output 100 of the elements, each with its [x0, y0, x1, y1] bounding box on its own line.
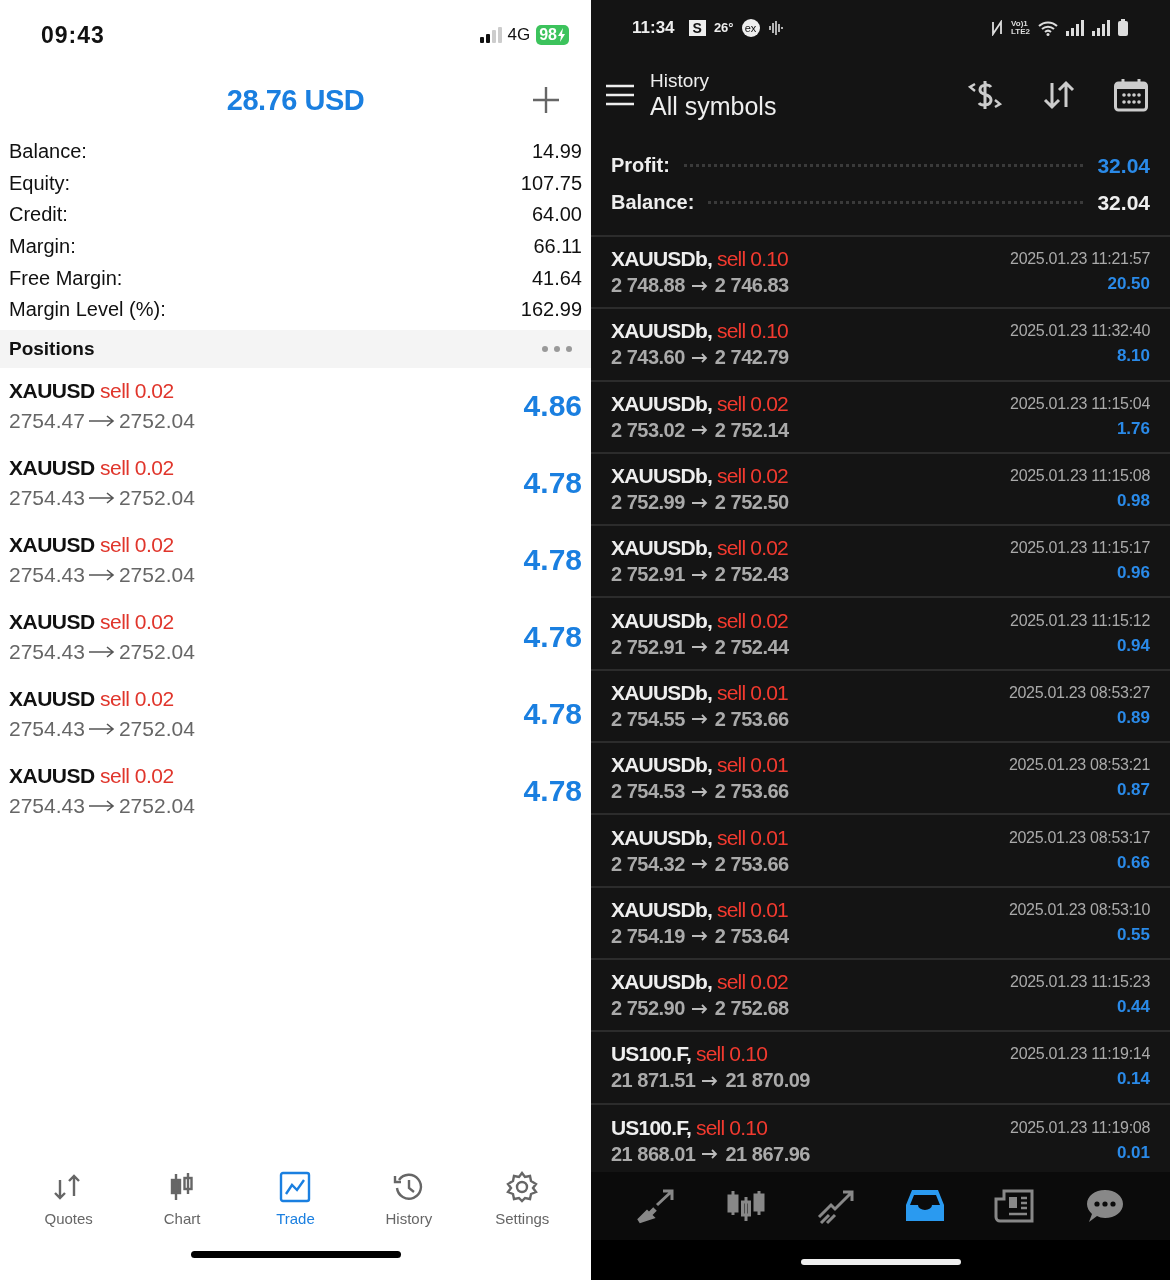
- close-price: 2 746.83: [714, 274, 789, 298]
- deal-title: US100.F, sell 0.10: [611, 1115, 769, 1140]
- close-price: 2 753.64: [714, 924, 789, 948]
- temperature: 26°: [713, 20, 734, 35]
- position-title: XAUUSD sell 0.02: [9, 610, 175, 635]
- current-price: 2752.04: [118, 794, 195, 819]
- nfc-icon: [991, 19, 1004, 36]
- open-price: 2 752.91: [611, 635, 685, 659]
- position-profit: 4.86: [523, 389, 582, 424]
- deal-title: XAUUSDb, sell 0.10: [611, 247, 789, 272]
- arrow-icon: [88, 569, 115, 582]
- arrow-icon: [691, 425, 708, 436]
- tab[interactable]: [634, 1187, 677, 1225]
- close-price: 2 752.44: [714, 635, 789, 659]
- deal-profit: 0.98: [1116, 491, 1150, 512]
- position-profit: 4.78: [523, 543, 582, 578]
- deal-title: XAUUSDb, sell 0.02: [611, 970, 789, 995]
- arrow-icon: [691, 569, 708, 580]
- current-price: 2752.04: [118, 486, 195, 511]
- currency-exchange-icon[interactable]: [966, 78, 1004, 112]
- deal-profit: 0.96: [1116, 563, 1150, 584]
- open-price: 2754.43: [9, 717, 85, 742]
- current-price: 2752.04: [118, 409, 195, 434]
- deal-title: XAUUSDb, sell 0.01: [611, 897, 789, 922]
- arrow-icon: [691, 931, 708, 942]
- open-price: 2 754.53: [611, 780, 685, 804]
- app-badge: ex: [741, 18, 760, 37]
- summary-label: Margin Level (%):: [9, 298, 166, 322]
- deal-time: 2025.01.23 08:53:10: [1008, 900, 1150, 919]
- signal-icon: [1066, 19, 1084, 36]
- open-price: 2 752.99: [611, 491, 685, 515]
- open-price: 2 754.55: [611, 707, 685, 731]
- open-price: 2 748.88: [611, 274, 685, 298]
- total-value: 32.04: [1097, 190, 1150, 215]
- open-price: 21 868.01: [611, 1142, 696, 1166]
- tab[interactable]: History: [358, 1160, 459, 1245]
- total-label: Balance:: [611, 191, 695, 214]
- deal-time: 2025.01.23 11:21:57: [1010, 250, 1150, 269]
- summary-value: 107.75: [520, 171, 582, 195]
- tab[interactable]: Quotes: [18, 1160, 119, 1245]
- calendar-icon[interactable]: [1114, 78, 1148, 112]
- tab[interactable]: Chart: [132, 1160, 233, 1245]
- close-price: 2 752.50: [714, 491, 789, 515]
- tab[interactable]: Settings: [472, 1160, 573, 1245]
- current-price: 2752.04: [118, 563, 195, 588]
- tab[interactable]: [994, 1187, 1037, 1225]
- deal-profit: 0.14: [1116, 1069, 1150, 1090]
- deal-title: XAUUSDb, sell 0.02: [611, 391, 789, 416]
- deal-time: 2025.01.23 11:15:23: [1010, 973, 1150, 992]
- total-value: 32.04: [1097, 153, 1150, 178]
- arrow-icon: [691, 859, 708, 869]
- summary-label: Free Margin:: [9, 266, 123, 290]
- arrow-icon: [691, 497, 708, 508]
- open-price: 2 753.02: [611, 418, 685, 442]
- deal-time: 2025.01.23 11:32:40: [1010, 322, 1150, 341]
- menu-icon[interactable]: [606, 84, 634, 106]
- open-price: 2754.47: [9, 409, 85, 434]
- position-profit: 4.78: [523, 697, 582, 732]
- position-profit: 4.78: [523, 774, 582, 809]
- arrow-icon: [88, 646, 115, 659]
- position-title: XAUUSD sell 0.02: [9, 456, 175, 481]
- deal-profit: 0.89: [1116, 707, 1150, 728]
- section-title: Positions: [9, 337, 95, 360]
- deal-profit: 0.87: [1116, 780, 1150, 801]
- open-price: 2754.43: [9, 794, 85, 819]
- close-price: 21 867.96: [725, 1142, 810, 1166]
- summary-label: Balance:: [9, 140, 87, 164]
- deal-time: 2025.01.23 11:19:14: [1010, 1045, 1150, 1064]
- deal-profit: 0.55: [1116, 924, 1150, 945]
- deal-profit: 20.50: [1107, 274, 1150, 295]
- open-price: 2 752.91: [611, 563, 685, 587]
- deal-time: 2025.01.23 11:15:08: [1010, 467, 1150, 486]
- add-icon[interactable]: [532, 86, 560, 114]
- arrow-icon: [691, 714, 708, 725]
- deal-time: 2025.01.23 11:15:04: [1010, 394, 1150, 413]
- summary-value: 41.64: [531, 266, 582, 290]
- symbol-filter[interactable]: All symbols: [650, 91, 966, 121]
- deal-title: XAUUSDb, sell 0.01: [611, 825, 789, 850]
- deal-profit: 0.01: [1116, 1142, 1150, 1163]
- deal-profit: 0.94: [1116, 635, 1150, 656]
- more-icon[interactable]: [541, 344, 573, 353]
- arrow-icon: [691, 352, 708, 363]
- close-price: 2 753.66: [714, 707, 789, 731]
- battery-indicator: 98: [536, 25, 569, 45]
- arrow-icon: [88, 800, 115, 813]
- lte-indicator: Vo)1 LTE2: [1011, 19, 1030, 36]
- deal-time: 2025.01.23 08:53:27: [1008, 683, 1150, 702]
- signal-icon: [479, 27, 502, 43]
- summary-value: 14.99: [531, 140, 582, 164]
- open-price: 2754.43: [9, 640, 85, 665]
- deal-profit: 0.44: [1116, 997, 1150, 1018]
- tab[interactable]: Trade: [245, 1160, 346, 1245]
- arrow-icon: [88, 723, 115, 736]
- close-price: 2 752.14: [714, 418, 789, 442]
- deal-title: US100.F, sell 0.10: [611, 1042, 769, 1067]
- sort-icon[interactable]: [1042, 79, 1076, 111]
- summary-label: Credit:: [9, 203, 68, 227]
- open-price: 21 871.51: [611, 1069, 696, 1093]
- summary-label: Equity:: [9, 171, 71, 195]
- audio-wave-icon: [767, 19, 784, 36]
